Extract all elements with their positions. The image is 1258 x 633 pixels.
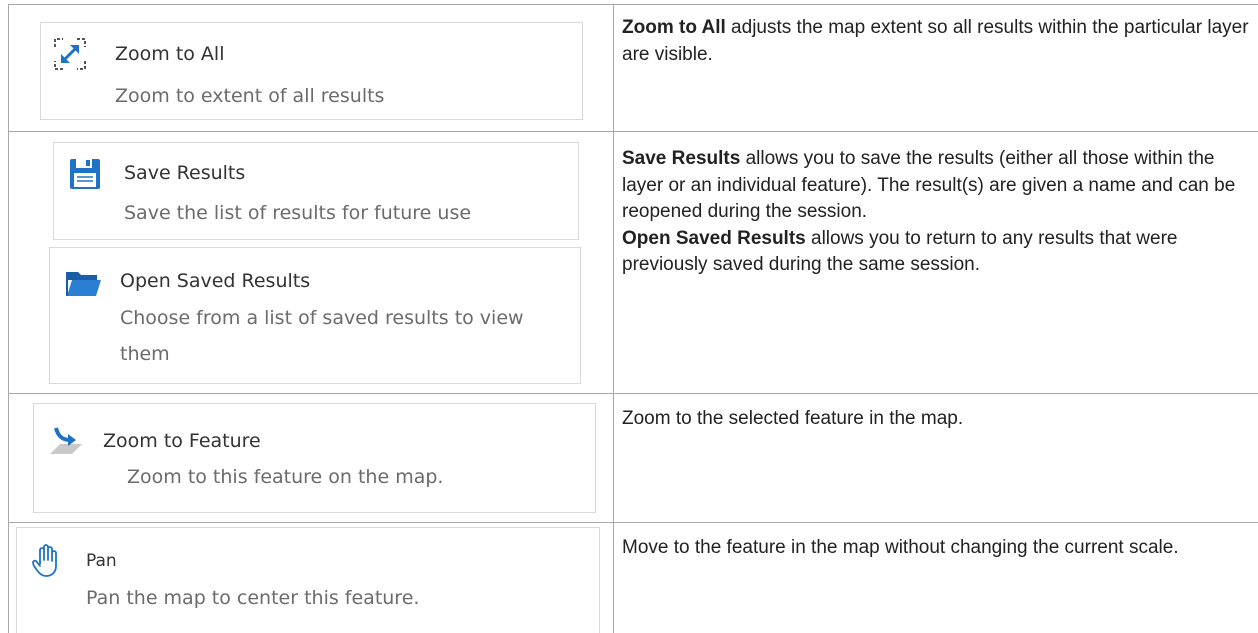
menu-item-title: Save Results: [124, 162, 246, 184]
zoom-to-all-icon: [53, 37, 87, 75]
table-left-border: [8, 4, 9, 633]
pan-menu-item[interactable]: Pan Pan the map to center this feature.: [16, 527, 600, 633]
row-divider: [8, 522, 1258, 523]
description-text: Zoom to the selected feature in the map.: [622, 408, 964, 429]
zoom-to-feature-menu-item[interactable]: Zoom to Feature Zoom to this feature on …: [33, 403, 596, 513]
menu-item-title: Zoom to Feature: [103, 430, 261, 452]
open-saved-results-menu-item[interactable]: Open Saved Results Choose from a list of…: [49, 247, 581, 384]
menu-item-title: Open Saved Results: [120, 270, 311, 292]
description-term: Open Saved Results: [622, 227, 806, 249]
menu-item-subtitle: Zoom to this feature on the map.: [127, 466, 444, 488]
zoom-to-feature-icon: [48, 424, 84, 462]
description: Save Results allows you to save the resu…: [622, 146, 1252, 279]
folder-open-icon: [66, 268, 102, 302]
column-divider: [613, 4, 614, 633]
row-divider: [8, 393, 1258, 394]
menu-item-subtitle: Save the list of results for future use: [124, 202, 472, 224]
description-text: Move to the feature in the map without c…: [622, 537, 1179, 558]
table-top-border: [8, 4, 1258, 5]
save-results-menu-item[interactable]: Save Results Save the list of results fo…: [53, 142, 579, 240]
menu-item-subtitle: Pan the map to center this feature.: [86, 587, 420, 609]
save-icon: [68, 157, 102, 195]
pan-hand-icon: [31, 544, 61, 582]
description-term: Zoom to All: [622, 17, 726, 38]
description: Move to the feature in the map without c…: [622, 535, 1252, 562]
description-term: Save Results: [622, 148, 741, 169]
menu-item-title: Pan: [86, 551, 117, 571]
row-divider: [8, 131, 1258, 132]
menu-item-subtitle: Zoom to extent of all results: [115, 85, 385, 107]
description: Zoom to the selected feature in the map.: [622, 406, 1252, 433]
menu-item-subtitle: Choose from a list of saved results to v…: [120, 307, 524, 365]
zoom-to-all-menu-item[interactable]: Zoom to All Zoom to extent of all result…: [40, 22, 583, 120]
menu-item-title: Zoom to All: [115, 43, 225, 65]
description: Zoom to All adjusts the map extent so al…: [622, 15, 1252, 68]
